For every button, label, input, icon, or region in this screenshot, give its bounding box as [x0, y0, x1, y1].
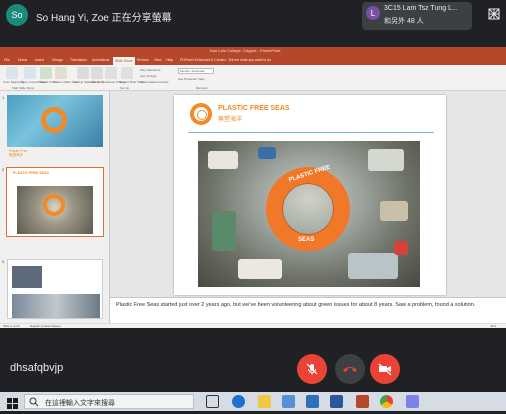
debris	[238, 259, 282, 279]
from-beginning-button[interactable]	[6, 67, 18, 79]
slide-divider	[188, 132, 434, 133]
camera-off-icon	[378, 363, 392, 376]
custom-show-button[interactable]	[55, 67, 67, 79]
slide-brand-zh: 無塑海洋	[218, 117, 243, 123]
slide-thumbnail-2[interactable]: PLASTIC FREE SEAS	[6, 167, 104, 237]
thumb-1-caption: Plastic Free 無塑海洋	[9, 149, 27, 157]
group-setup-label: Set Up	[120, 86, 130, 90]
ppt-ribbon-tabs: File Home Insert Design Transitions Anim…	[0, 57, 506, 65]
tab-file[interactable]: File	[4, 58, 10, 62]
thumb-1-caption-zh: 無塑海洋	[9, 153, 23, 157]
speaker-notes-text: Plastic Free Seas started just over 2 ye…	[116, 302, 476, 308]
thumb-2-photo	[17, 186, 93, 234]
tab-review[interactable]: Review	[137, 58, 148, 62]
tab-view[interactable]: View	[154, 58, 162, 62]
windows-taskbar: 在這裡輸入文字來搜尋	[0, 392, 506, 411]
ppt-ribbon: From Beginning From Current Slide Presen…	[0, 65, 506, 91]
presenter-avatar: So	[6, 4, 28, 26]
participant-chip[interactable]: L 3C15 Lam Tsz Tung L... 和另外 48 人	[362, 2, 472, 30]
debris	[380, 201, 408, 221]
mic-off-icon	[306, 363, 318, 375]
edge-browser-icon[interactable]	[232, 395, 245, 408]
buoy-text-bottom: SEAS	[298, 237, 315, 243]
mail-icon[interactable]	[282, 395, 295, 408]
tab-pdfsam[interactable]: PDFsam Enhanced 6 Creator	[180, 58, 226, 62]
record-button[interactable]	[121, 67, 133, 79]
show-media-check[interactable]: Show Media Controls	[140, 80, 169, 84]
mic-off-button[interactable]	[297, 354, 327, 384]
slide-brand-en: PLASTIC FREE SEAS	[218, 105, 290, 112]
slide-thumbnail-3[interactable]	[7, 259, 103, 319]
file-explorer-icon[interactable]	[258, 395, 271, 408]
speaker-notes[interactable]: Plastic Free Seas started just over 2 ye…	[110, 297, 506, 323]
current-slide[interactable]: PLASTIC FREE SEAS 無塑海洋 PLASTIC FREE SEAS	[174, 95, 446, 295]
present-online-button[interactable]	[40, 67, 52, 79]
tab-animations[interactable]: Animations	[92, 58, 109, 62]
tab-insert[interactable]: Insert	[35, 58, 44, 62]
task-view-icon[interactable]	[206, 395, 219, 408]
monitor-select[interactable]: Monitor: Automatic	[178, 68, 214, 74]
tab-transitions[interactable]: Transitions	[70, 58, 87, 62]
thumb-number: 3	[2, 259, 5, 264]
shared-screen: Kau Lam Collage, Claypot - PowerPoint Fi…	[0, 47, 506, 328]
from-current-button[interactable]	[24, 67, 36, 79]
powerpoint-icon[interactable]	[356, 395, 369, 408]
chrome-icon[interactable]	[380, 395, 393, 408]
word-icon[interactable]	[330, 395, 343, 408]
thumb-number: 2	[2, 167, 5, 172]
play-narrations-check[interactable]: Play Narrations	[140, 68, 161, 72]
slide-thumbnail-pane[interactable]: 1 Plastic Free 無塑海洋 2 PLASTIC FREE SEAS …	[0, 91, 110, 323]
life-buoy-image	[43, 194, 65, 216]
debris	[208, 151, 238, 169]
teams-icon[interactable]	[406, 395, 419, 408]
slide-editor: PLASTIC FREE SEAS 無塑海洋 PLASTIC FREE SEAS	[110, 91, 506, 323]
meeting-code: dhsafqbvjp	[10, 362, 64, 374]
ppt-window-title: Kau Lam Collage, Claypot - PowerPoint	[210, 48, 281, 53]
meet-top-bar: So So Hang Yi, Zoe 正在分享螢幕 L 3C15 Lam Tsz…	[0, 0, 506, 30]
debris	[368, 149, 404, 171]
debris	[348, 253, 398, 279]
use-timings-check[interactable]: Use Timings	[140, 74, 157, 78]
presenter-label: So Hang Yi, Zoe 正在分享螢幕	[36, 13, 172, 24]
plastic-free-seas-logo	[190, 103, 212, 125]
debris	[212, 211, 236, 251]
tab-home[interactable]: Home	[18, 58, 27, 62]
thumb-3-photo-small	[12, 266, 42, 288]
meet-controls-bar: dhsafqbvjp	[0, 328, 506, 392]
layout-grid-icon[interactable]	[488, 7, 500, 20]
group-monitors-label: Monitors	[196, 86, 208, 90]
windows-start-icon[interactable]	[7, 396, 18, 409]
thumb-3-photo-wide	[12, 294, 100, 318]
camera-off-button[interactable]	[370, 354, 400, 384]
tell-me-box[interactable]: Tell me what you want to do	[228, 58, 271, 62]
participant-avatar: L	[366, 6, 380, 20]
slide-photo-life-buoy: PLASTIC FREE SEAS	[198, 141, 420, 287]
ppt-workspace: 1 Plastic Free 無塑海洋 2 PLASTIC FREE SEAS …	[0, 91, 506, 323]
tab-design[interactable]: Design	[52, 58, 63, 62]
debris	[258, 147, 276, 159]
taskbar-search-placeholder: 在這裡輸入文字來搜尋	[45, 400, 115, 407]
slide-thumbnail-1[interactable]	[7, 95, 103, 147]
hide-slide-button[interactable]	[91, 67, 103, 79]
store-icon[interactable]	[306, 395, 319, 408]
group-start-label: Start Slide Show	[12, 86, 35, 90]
taskbar-search-input[interactable]: 在這裡輸入文字來搜尋	[24, 394, 194, 409]
tab-help[interactable]: Help	[166, 58, 173, 62]
debris	[394, 241, 408, 255]
thumb-2-brand: PLASTIC FREE SEAS	[13, 171, 49, 175]
rehearse-button[interactable]	[105, 67, 117, 79]
ppt-title-bar: Kau Lam Collage, Claypot - PowerPoint	[0, 47, 506, 57]
thumb-number: 1	[2, 95, 5, 100]
leave-call-button[interactable]	[335, 354, 365, 384]
participant-name: 3C15 Lam Tsz Tung L...	[384, 5, 458, 12]
tab-slide-show[interactable]: Slide Show	[113, 57, 135, 65]
life-buoy-image	[41, 107, 67, 133]
setup-show-button[interactable]	[77, 67, 89, 79]
presenter-view-check[interactable]: Use Presenter View	[178, 77, 204, 81]
search-icon	[29, 397, 39, 407]
participant-count: 和另外 48 人	[384, 18, 424, 25]
hang-up-icon	[343, 367, 357, 372]
